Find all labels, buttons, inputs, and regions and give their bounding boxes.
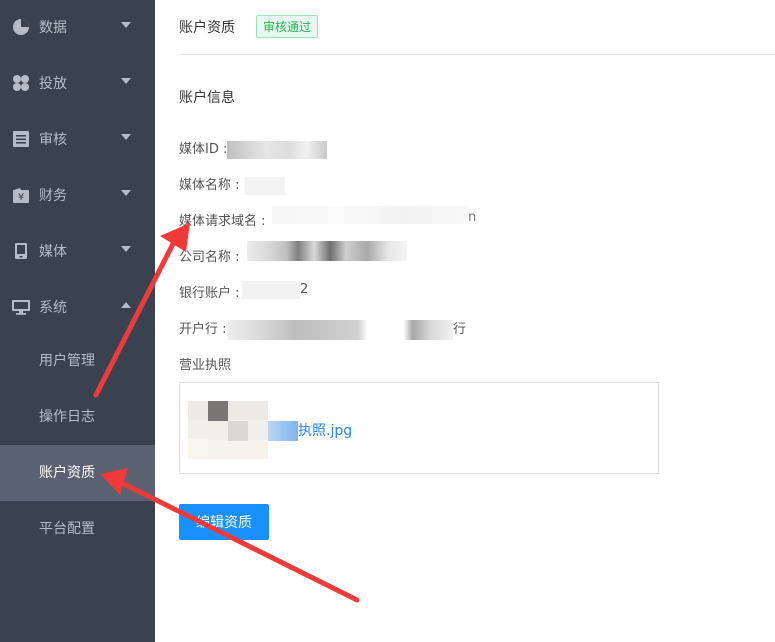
sidebar-item-label: 财务 [39, 188, 67, 204]
sidebar-item-label: 审核 [39, 132, 67, 148]
page-title: 账户资质 [179, 20, 235, 36]
field-bank-account-tail: 2 [300, 282, 309, 297]
field-license-label: 营业执照 [179, 358, 232, 373]
sidebar-item-media[interactable]: 媒体 [0, 224, 155, 280]
status-badge: 审核通过 [256, 15, 319, 38]
section-title: 账户信息 [179, 90, 235, 106]
redacted-value [245, 177, 285, 195]
field-bank-branch-label: 开户行 : [179, 322, 227, 337]
license-file-link[interactable]: 执照.jpg [298, 420, 352, 440]
tablet-icon [12, 242, 30, 260]
grid-icon [12, 74, 30, 92]
sidebar-item-data[interactable]: 数据 [0, 0, 155, 56]
sidebar-item-label: 系统 [39, 300, 67, 316]
chevron-down-icon [121, 78, 131, 84]
sidebar-subitem-label: 账户资质 [39, 465, 95, 481]
redacted-filename [268, 421, 298, 441]
sidebar-subitem-user-management[interactable]: 用户管理 [0, 333, 155, 389]
redacted-value [228, 320, 453, 340]
field-media-name-label: 媒体名称 : [179, 178, 240, 193]
license-preview-box: 执照.jpg [179, 382, 659, 474]
chevron-down-icon [121, 134, 131, 140]
monitor-icon [12, 298, 30, 316]
pie-chart-icon [12, 18, 30, 36]
field-company-name-label: 公司名称 : [179, 250, 240, 265]
sidebar-item-label: 媒体 [39, 244, 67, 260]
redacted-value [247, 241, 407, 261]
sidebar-subitem-label: 操作日志 [39, 409, 95, 425]
field-bank-branch-tail: 行 [453, 322, 467, 337]
sidebar-subitem-label: 平台配置 [39, 521, 95, 537]
chevron-down-icon [121, 190, 131, 196]
wallet-icon: ¥ [12, 186, 30, 204]
sidebar-item-delivery[interactable]: 投放 [0, 56, 155, 112]
field-media-id-label: 媒体ID : [179, 142, 228, 157]
chevron-up-icon [121, 302, 131, 308]
field-bank-account-label: 银行账户 : [179, 286, 240, 301]
chevron-down-icon [121, 246, 131, 252]
redacted-value [242, 281, 300, 299]
svg-text:¥: ¥ [18, 192, 24, 203]
document-icon [12, 130, 30, 148]
edit-qualification-button[interactable]: 编辑资质 [179, 504, 269, 540]
sidebar-subitem-label: 用户管理 [39, 353, 95, 369]
chevron-down-icon [121, 22, 131, 28]
page-header: 账户资质 审核通过 [179, 0, 775, 55]
redacted-value [272, 206, 468, 224]
license-thumbnail[interactable] [188, 401, 268, 459]
sidebar: 数据 投放 审核 ¥ 财务 媒体 系统 用户管理 操作日志 账户资质 平台配置 [0, 0, 155, 642]
sidebar-item-label: 投放 [39, 76, 67, 92]
sidebar-subitem-platform-config[interactable]: 平台配置 [0, 501, 155, 557]
field-request-domain-label: 媒体请求域名 : [179, 214, 266, 229]
sidebar-subitem-operation-log[interactable]: 操作日志 [0, 389, 155, 445]
sidebar-item-review[interactable]: 审核 [0, 112, 155, 168]
sidebar-item-finance[interactable]: ¥ 财务 [0, 168, 155, 224]
sidebar-subitem-account-qualification[interactable]: 账户资质 [0, 445, 155, 501]
sidebar-item-label: 数据 [39, 20, 67, 36]
sidebar-item-system[interactable]: 系统 [0, 280, 155, 336]
redacted-value [227, 141, 327, 159]
field-request-domain-tail: n [468, 210, 477, 225]
